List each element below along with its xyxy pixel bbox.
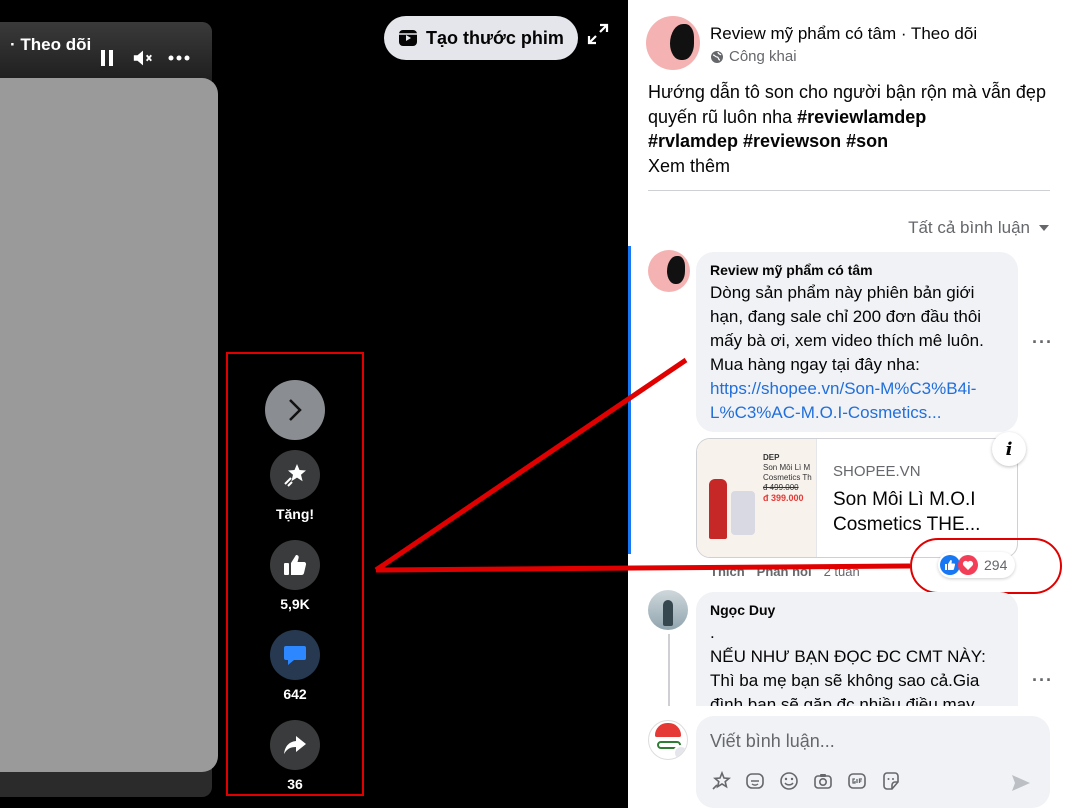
mute-icon[interactable] xyxy=(132,46,154,70)
gift-label: Tặng! xyxy=(275,506,315,522)
reel-icon xyxy=(399,30,417,46)
see-more-link[interactable]: Xem thêm xyxy=(648,154,1058,179)
like-button[interactable] xyxy=(270,540,320,590)
pause-icon[interactable] xyxy=(96,46,118,70)
post-caption: Hướng dẫn tô son cho người bận rộn mà vẫ… xyxy=(648,80,1058,178)
comment-options-icon[interactable]: ··· xyxy=(1032,332,1052,353)
like-count: 5,9K xyxy=(280,596,310,612)
page-avatar[interactable] xyxy=(646,16,700,70)
comment-bubble: Review mỹ phẩm có tâm Dòng sản phẩm này … xyxy=(696,252,1018,432)
comment-author[interactable]: Review mỹ phẩm có tâm xyxy=(710,262,1004,278)
gift-action: Tặng! xyxy=(228,450,362,522)
comment-action: 642 xyxy=(228,630,362,702)
create-reel-button[interactable]: Tạo thước phim xyxy=(384,16,578,60)
gift-button[interactable] xyxy=(270,450,320,500)
comment-button[interactable] xyxy=(270,630,320,680)
comment-author[interactable]: Ngọc Duy xyxy=(710,602,1004,618)
comment-like-link[interactable]: Thích xyxy=(710,564,745,579)
thumbnail-price: đ 399.000 xyxy=(763,493,804,503)
post-title: Review mỹ phẩm có tâm · Theo dõi xyxy=(710,24,977,44)
comment-bubble-icon xyxy=(284,646,306,665)
composer-tools xyxy=(710,770,902,792)
comment-actions-row: Thích Phản hồi 2 tuần xyxy=(710,564,860,579)
highlighted-comment-indicator xyxy=(628,246,631,554)
create-reel-label: Tạo thước phim xyxy=(426,27,564,48)
comment-body: NẾU NHƯ BẠN ĐỌC ĐC CMT NÀY: Thì ba mẹ bạ… xyxy=(710,647,986,714)
comment-count: 642 xyxy=(283,686,307,702)
gif-icon[interactable] xyxy=(846,770,868,792)
thumbnail-brand: DEP xyxy=(763,453,780,462)
fullscreen-icon[interactable] xyxy=(586,22,610,46)
more-options-icon[interactable] xyxy=(168,46,190,70)
video-controls xyxy=(96,46,190,70)
comment-composer xyxy=(628,706,1080,808)
camera-icon[interactable] xyxy=(812,770,834,792)
next-reel-action xyxy=(228,380,362,440)
page-name[interactable]: Review mỹ phẩm có tâm xyxy=(710,24,896,43)
avatar-sticker-icon[interactable] xyxy=(710,770,732,792)
card-title: Son Môi Lì M.O.I Cosmetics THE... xyxy=(833,489,981,535)
thumbnail-caption: DEP Son Môi Lì M Cosmetics Th đ 499.000 … xyxy=(763,453,817,504)
highlight-box-actions: Tặng! 5,9K 642 36 xyxy=(226,352,364,796)
thumbnail-old-price: đ 499.000 xyxy=(763,483,799,492)
thread-line xyxy=(668,634,670,708)
comment-reply-link[interactable]: Phản hồi xyxy=(757,564,812,579)
follow-link[interactable]: · Theo dõi xyxy=(901,24,977,43)
lipstick-image xyxy=(709,479,727,539)
product-box-image xyxy=(731,491,755,535)
comment-avatar[interactable] xyxy=(648,250,690,292)
like-action: 5,9K xyxy=(228,540,362,612)
product-thumbnail: DEP Son Môi Lì M Cosmetics Th đ 499.000 … xyxy=(697,439,817,557)
comment-filter-label: Tất cả bình luận xyxy=(908,218,1030,237)
comment-options-icon[interactable]: ··· xyxy=(1032,670,1052,691)
card-domain: SHOPEE.VN xyxy=(833,463,921,480)
comment-body: Dòng sản phẩm này phiên bản giới hạn, đa… xyxy=(710,283,984,374)
post-header: Review mỹ phẩm có tâm · Theo dõi Công kh… xyxy=(646,16,977,70)
comment-avatar[interactable] xyxy=(648,590,688,630)
hashtags[interactable]: #rvlamdep #reviewson #son xyxy=(648,131,888,151)
comment-body-dot: . xyxy=(710,623,715,642)
share-count: 36 xyxy=(287,776,303,792)
post-privacy: Công khai xyxy=(710,48,977,65)
comments-panel: Review mỹ phẩm có tâm · Theo dõi Công kh… xyxy=(628,0,1080,808)
video-author-follow[interactable]: · Theo dõi xyxy=(10,35,91,55)
comment-input[interactable] xyxy=(710,726,1030,756)
composer-box xyxy=(696,716,1050,808)
emoji-icon[interactable] xyxy=(778,770,800,792)
video-overlay-panel xyxy=(0,78,218,772)
globe-icon xyxy=(711,50,723,63)
share-button[interactable] xyxy=(270,720,320,770)
sticker-icon[interactable] xyxy=(744,770,766,792)
share-action: 36 xyxy=(228,720,362,792)
divider xyxy=(648,190,1050,191)
send-icon[interactable] xyxy=(1010,772,1032,794)
highlight-oval-reactions xyxy=(910,538,1062,594)
thumbnail-title: Son Môi Lì M Cosmetics Th xyxy=(763,463,812,482)
chevron-right-icon xyxy=(289,399,302,421)
reel-viewer: · Theo dõi Tạo thước phim Tặng! 5,9K 642… xyxy=(0,0,1080,808)
info-icon[interactable]: i xyxy=(992,432,1026,466)
comment-text: . NẾU NHƯ BẠN ĐỌC ĐC CMT NÀY: Thì ba mẹ … xyxy=(710,621,1004,717)
video-area: · Theo dõi Tạo thước phim Tặng! 5,9K 642… xyxy=(0,0,628,808)
thumbs-up-icon xyxy=(284,555,307,575)
comment-text: Dòng sản phẩm này phiên bản giới hạn, đa… xyxy=(710,281,1004,425)
sticker-face-icon[interactable] xyxy=(880,770,902,792)
next-button[interactable] xyxy=(265,380,325,440)
caret-down-icon xyxy=(1039,225,1049,231)
share-arrow-icon xyxy=(284,736,306,754)
shopee-link[interactable]: https://shopee.vn/Son-M%C3%B4i-L%C3%AC-M… xyxy=(710,377,1004,425)
user-avatar[interactable] xyxy=(648,720,688,760)
hashtag-reviewlamdep[interactable]: #reviewlamdep xyxy=(797,107,926,127)
comment-filter-dropdown[interactable]: Tất cả bình luận xyxy=(908,218,1050,238)
star-gift-icon xyxy=(284,464,306,487)
privacy-label: Công khai xyxy=(729,48,797,65)
comment-time[interactable]: 2 tuần xyxy=(824,564,860,579)
